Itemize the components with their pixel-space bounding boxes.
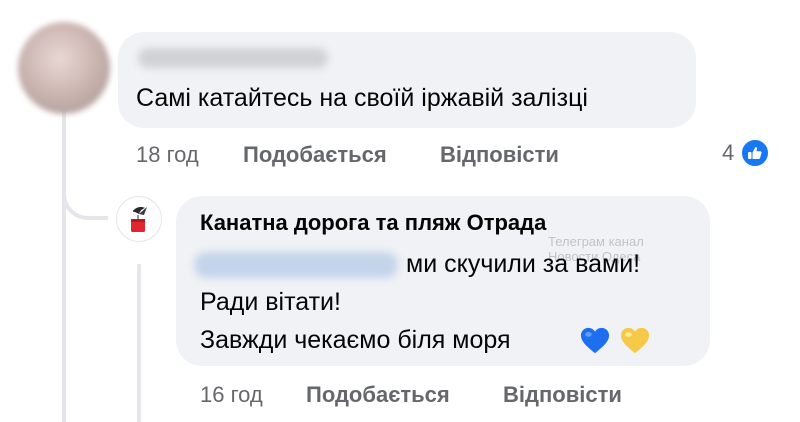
yellow-heart-emoji bbox=[620, 327, 650, 354]
comment-reply-button[interactable]: Відповісти bbox=[440, 142, 559, 168]
reply-text-line-2: Ради вітати! bbox=[200, 288, 341, 316]
page-avatar[interactable] bbox=[116, 196, 162, 242]
reply-reply-button[interactable]: Відповісти bbox=[503, 382, 622, 408]
comment-reactions[interactable]: 4 bbox=[722, 138, 771, 168]
reply-author-name[interactable]: Канатна дорога та пляж Отрада bbox=[200, 210, 546, 236]
reaction-count: 4 bbox=[722, 140, 735, 165]
comment-bubble bbox=[118, 32, 696, 128]
commenter-name-blurred[interactable] bbox=[138, 48, 328, 68]
reply-like-button[interactable]: Подобається bbox=[306, 382, 450, 408]
reply-text-line-3: Завжди чекаємо біля моря bbox=[200, 326, 511, 354]
reply-timestamp[interactable]: 16 год bbox=[200, 382, 263, 408]
reply-thread-line bbox=[137, 264, 141, 422]
reply-text-line-1: ми скучили за вами! bbox=[406, 250, 641, 278]
blue-heart-emoji bbox=[580, 327, 610, 354]
thread-connector-line bbox=[62, 98, 66, 422]
commenter-avatar-blurred[interactable] bbox=[18, 22, 110, 114]
comment-text: Самі катайтесь на своїй іржавій залізці bbox=[136, 84, 588, 112]
like-thumb-icon bbox=[740, 138, 771, 168]
reply-connector-curve bbox=[62, 178, 108, 220]
comment-thread: Самі катайтесь на своїй іржавій залізці … bbox=[0, 0, 800, 422]
comment-timestamp[interactable]: 18 год bbox=[136, 142, 199, 168]
mentioned-user-blurred[interactable] bbox=[194, 252, 398, 278]
watermark-line-1: Телеграм канал bbox=[548, 234, 644, 249]
comment-like-button[interactable]: Подобається bbox=[243, 142, 387, 168]
